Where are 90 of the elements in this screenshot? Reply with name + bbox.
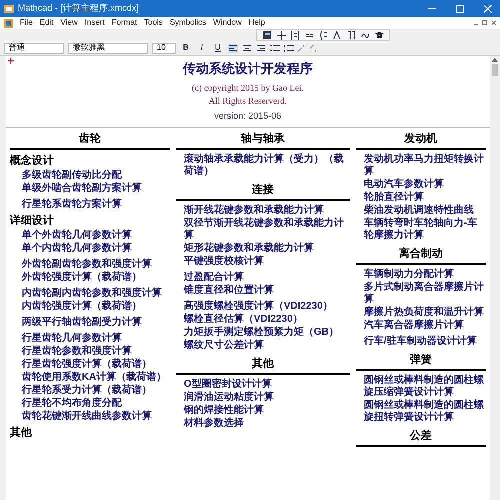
calculation-link[interactable]: 齿轮使用系数KA计算（载荷谱）: [22, 372, 170, 384]
calculation-link[interactable]: 力矩扳手测定螺栓预紧力矩（GB）: [184, 327, 350, 339]
align-right-icon[interactable]: [256, 44, 266, 52]
calculation-link[interactable]: 齿轮花键渐开线曲线参数计算: [22, 411, 170, 423]
section-heading: 轴与轴承: [176, 132, 350, 150]
subsection-heading: 详细设计: [10, 214, 55, 228]
menu-item[interactable]: Help: [248, 17, 266, 29]
format-button[interactable]: I: [196, 42, 208, 54]
calculation-link[interactable]: 多片式制动离合器摩擦片计算: [364, 282, 486, 306]
section-heading: 齿轮: [10, 132, 170, 150]
menu-item[interactable]: Symbolics: [170, 17, 206, 29]
calculation-link[interactable]: 多级齿轮副传动比分配: [22, 170, 170, 182]
menu-item[interactable]: Window: [213, 17, 242, 29]
calculation-link[interactable]: 车辆转弯时车轮轴向力-车轮摩擦力计算: [364, 218, 486, 242]
calculation-link[interactable]: 平键强度校核计算: [184, 256, 350, 268]
calculation-link[interactable]: 行星轮不均布角度分配: [22, 398, 170, 410]
subsection-heading: 其他: [10, 426, 33, 440]
document-icon: [4, 18, 13, 28]
calculation-link[interactable]: 摩擦片热负荷度和温升计算: [364, 307, 486, 319]
calculation-link[interactable]: 圆钢丝或棒料制造的圆柱螺旋压缩弹簧设计计算: [364, 375, 486, 399]
calculation-link[interactable]: 汽车离合器摩擦片计算: [364, 320, 486, 332]
calculation-link[interactable]: 润滑油运动粘度计算: [184, 392, 350, 404]
calculation-link[interactable]: 钢的焊接性能计算: [184, 405, 350, 417]
section-heading: 发动机: [356, 132, 486, 150]
format-button[interactable]: U: [212, 42, 224, 54]
calculation-link[interactable]: 内齿轮强度计算（载荷谱）: [22, 301, 170, 313]
calculation-link[interactable]: 车辆制动力分配计算: [364, 269, 486, 281]
calculation-link[interactable]: 矩形花键参数和承载能力计算: [184, 243, 350, 255]
calculation-link[interactable]: 单个内齿轮几何参数计算: [22, 243, 170, 255]
close-icon[interactable]: [484, 4, 492, 12]
section-heading: 连接: [176, 183, 350, 201]
maximize-icon[interactable]: [456, 4, 464, 12]
copyright-line: (c) copyright 2015 by Gao Lei.: [192, 82, 304, 94]
align-left-icon[interactable]: [228, 44, 238, 52]
calculation-link[interactable]: 圆钢丝或棒料制造的圆柱螺旋扭转弹簧设计计算: [364, 400, 486, 424]
calculation-link[interactable]: 行车/驻车制动器设计计算: [364, 336, 486, 348]
menu-item[interactable]: Tools: [144, 17, 163, 29]
size-dropdown[interactable]: 10: [152, 42, 176, 54]
menu-item[interactable]: View: [60, 17, 78, 29]
window-title: Mathcad - [计算主程序.xmcdx]: [18, 2, 140, 15]
format-button[interactable]: B: [180, 42, 192, 54]
document-title: 传动系统设计开发程序: [183, 60, 313, 78]
app-icon: [4, 4, 14, 14]
calculation-link[interactable]: 渐开线花键参数和承载能力计算: [184, 205, 350, 217]
menu-item[interactable]: Format: [112, 17, 138, 29]
bullet-list-icon[interactable]: [270, 44, 280, 52]
numbered-list-icon[interactable]: [284, 44, 294, 52]
calculation-link[interactable]: 锥度直径和位置计算: [184, 285, 350, 297]
calculation-link[interactable]: 滚动轴承承载能力计算（受力）（载荷谱）: [184, 154, 350, 178]
scroll-up-icon[interactable]: [492, 58, 498, 62]
menu-item[interactable]: Insert: [84, 17, 105, 29]
section-heading: 其他: [176, 357, 350, 375]
calculation-link[interactable]: 行星轮系齿轮方案计算: [22, 199, 170, 211]
menu-item[interactable]: Edit: [40, 17, 54, 29]
calculation-link[interactable]: 轮胎直径计算: [364, 192, 486, 204]
calculation-link[interactable]: 螺纹尺寸公差计算: [184, 340, 350, 352]
calculation-link[interactable]: 双径节渐开线花键参数和承载能力计算: [184, 218, 350, 242]
calculation-link[interactable]: 行星齿轮强度计算（载荷谱）: [22, 359, 170, 371]
style-dropdown[interactable]: 普通: [4, 42, 64, 54]
menu-item[interactable]: File: [20, 17, 33, 29]
calculation-link[interactable]: 材料参数选择: [184, 418, 350, 430]
calculation-link[interactable]: 发动机功率马力扭矩转换计算: [364, 154, 486, 178]
calculation-link[interactable]: 外齿轮强度计算（载荷谱）: [22, 272, 170, 284]
version-text: version: 2015-06: [214, 110, 282, 122]
calculation-link[interactable]: 螺栓直径估算（VDI2230）: [184, 314, 350, 326]
section-heading: 公差: [356, 429, 486, 447]
calculation-link[interactable]: 行星轮系受力计算（载荷谱）: [22, 385, 170, 397]
crosshair-icon: [8, 58, 14, 64]
subsection-heading: 概念设计: [10, 154, 55, 168]
font-dropdown[interactable]: 微软雅黑: [68, 42, 148, 54]
calculation-link[interactable]: 两级平行轴齿轮副受力计算: [22, 317, 170, 329]
calculation-link[interactable]: 行星齿轮参数和强度计算: [22, 346, 170, 358]
calculation-link[interactable]: 内齿轮副内齿轮参数和强度计算: [22, 288, 170, 300]
copyright-line: All Rights Reserverd.: [208, 94, 288, 108]
calculation-link[interactable]: 行星齿轮几何参数计算: [22, 333, 170, 345]
calculation-link[interactable]: O型圈密封设计计算: [184, 379, 350, 391]
calculation-link[interactable]: 柴油发动机调速特性曲线: [364, 205, 486, 217]
calculation-link[interactable]: 过盈配合计算: [184, 272, 350, 284]
calculation-link[interactable]: 电动汽车参数计算: [364, 179, 486, 191]
section-heading: 离合制动: [356, 247, 486, 265]
calculation-link[interactable]: 单个外齿轮几何参数计算: [22, 230, 170, 242]
calculation-link[interactable]: 外齿轮副齿轮参数和强度计算: [22, 259, 170, 271]
calculation-link[interactable]: 单级外啮合齿轮副方案计算: [22, 183, 170, 195]
calculator-icon[interactable]: [261, 29, 273, 41]
window-controls-icon[interactable]: [474, 20, 496, 26]
scrollbar-thumb[interactable]: [492, 64, 498, 76]
calculation-link[interactable]: 高强度螺栓强度计算（VDI2230）: [184, 301, 350, 313]
graduation-cap-icon[interactable]: [373, 29, 385, 41]
align-center-icon[interactable]: [242, 44, 252, 52]
section-heading: 弹簧: [356, 353, 486, 371]
